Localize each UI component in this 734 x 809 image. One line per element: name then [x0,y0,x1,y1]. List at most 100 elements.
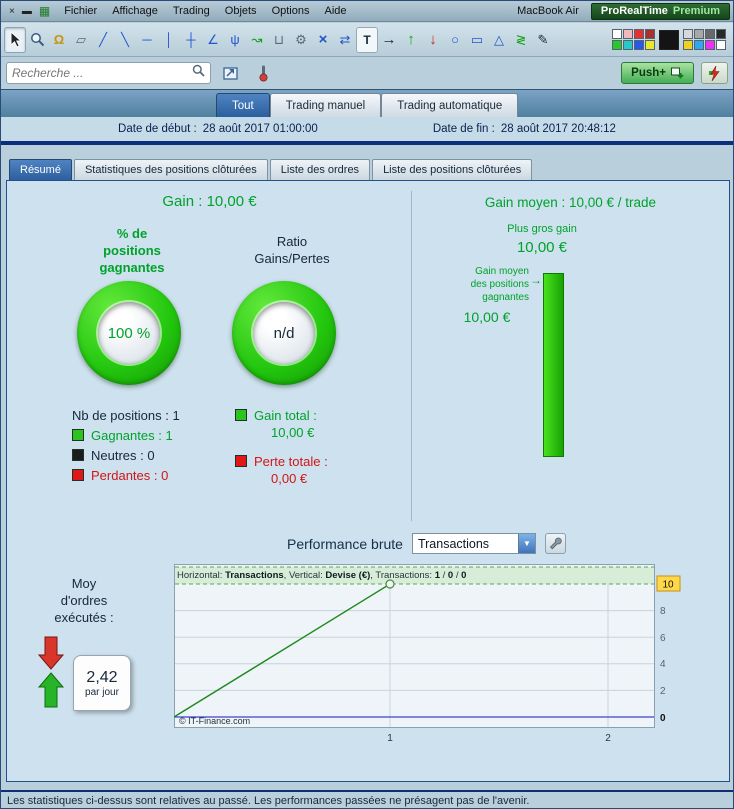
winners-text: Gagnantes : 1 [91,427,173,443]
fan-lines-icon[interactable]: ∠ [202,27,224,53]
totals-stats: Gain total : 10,00 € Perte totale : 0,00… [235,405,385,491]
push-window-icon [671,67,684,79]
tab-trading-manuel[interactable]: Trading manuel [269,93,382,117]
text-tool-icon[interactable]: T [356,26,378,53]
color-swatch[interactable] [716,29,726,39]
active-color-swatch[interactable] [659,29,679,50]
losers-swatch [72,469,84,481]
menu-affichage[interactable]: Affichage [112,5,158,17]
push-button[interactable]: Push+ [621,62,694,84]
tab-resume[interactable]: Résumé [9,159,72,180]
chart-settings-button[interactable] [544,533,566,554]
ruler-icon[interactable]: ▱ [70,27,92,53]
tab-statistiques-positions[interactable]: Statistiques des positions clôturées [73,159,268,180]
chart-header-losses: 0 [461,570,467,581]
chart-header-sep2: , Transactions: [370,570,435,581]
tab-liste-ordres[interactable]: Liste des ordres [269,159,371,180]
tools-icon[interactable]: ⚙ [290,27,312,53]
titlebar: × ▬ ▦ Fichier Affichage Trading Objets O… [1,1,733,22]
swap-arrows-icon[interactable]: ⇄ [334,27,356,53]
performance-controls: Performance brute Transactions ▼ [287,533,566,554]
winning-pct-gauge: 100 % [77,281,181,385]
alarm-bell-icon[interactable]: Ω [48,27,70,53]
pitchfork-icon[interactable]: ψ [224,27,246,53]
menu-objets[interactable]: Objets [225,5,257,17]
winning-pct-value: 100 % [107,324,151,342]
orders-per-day-value: 2,42 [86,668,118,686]
chevron-down-icon[interactable]: ▼ [517,534,535,553]
orders-per-day-bubble: 2,42 par jour [73,655,131,711]
rectangle-tool-icon[interactable]: ▭ [466,27,488,53]
tab-liste-positions[interactable]: Liste des positions clôturées [372,159,533,180]
brand-edition: Premium [672,5,720,17]
pencil-plus-icon[interactable]: ✎ [532,27,554,53]
zigzag-icon[interactable]: ≷ [510,27,532,53]
menu-trading[interactable]: Trading [173,5,210,17]
instrument-thermometer-icon[interactable] [251,62,275,84]
trash-icon[interactable]: ⊔ [268,27,290,53]
color-swatch[interactable] [716,40,726,50]
color-swatch[interactable] [634,29,644,39]
color-swatch[interactable] [612,40,622,50]
zoom-icon[interactable] [26,27,48,53]
arrow-annotation-icon[interactable]: → [378,27,400,53]
view-tabs: Tout Trading manuel Trading automatique [216,93,519,117]
color-swatch[interactable] [683,40,693,50]
horizontal-line-icon[interactable]: ─ [136,27,158,53]
tab-tout[interactable]: Tout [216,93,270,117]
xtick-2: 2 [605,733,611,744]
orders-per-day-unit: par jour [85,686,119,698]
sell-arrow-icon[interactable]: ↓ [422,27,444,53]
buy-arrow-icon[interactable]: ↑ [400,27,422,53]
connection-status-button[interactable] [701,62,728,84]
menu-fichier[interactable]: Fichier [64,5,97,17]
trendline-icon[interactable]: ╱ [92,27,114,53]
chart-header-h-label: Horizontal: [177,570,226,581]
nb-positions-stat: Nb de positions : 1 [72,405,257,425]
neutrals-text: Neutres : 0 [91,447,155,463]
search-box[interactable] [6,62,211,84]
search-input[interactable] [12,66,192,80]
ratio-gauge: n/d [232,281,336,385]
crossed-arrows-icon[interactable]: × [312,27,334,53]
pointer-tool-icon[interactable] [4,26,26,53]
ellipse-tool-icon[interactable]: ○ [444,27,466,53]
brand-badge: ProRealTime Premium [590,2,730,20]
color-swatch[interactable] [634,40,644,50]
close-icon[interactable]: × [9,6,15,17]
color-swatch[interactable] [645,40,655,50]
color-swatch[interactable] [694,29,704,39]
end-date-label: Date de fin : [432,123,495,135]
search-icon[interactable] [192,64,205,82]
neutrals-swatch [72,449,84,461]
orders-per-day-title: Moy d'ordres exécutés : [54,576,114,625]
segment-icon[interactable]: ╲ [114,27,136,53]
price-pattern-icon[interactable]: ↝ [246,27,268,53]
avg-win-arrow-icon: → [530,273,542,287]
color-swatch[interactable] [645,29,655,39]
color-swatch[interactable] [623,29,633,39]
performance-mode-select[interactable]: Transactions ▼ [411,533,536,554]
color-swatch[interactable] [623,40,633,50]
minimize-icon[interactable]: ▬ [22,6,32,17]
color-swatch[interactable] [612,29,622,39]
menu-options[interactable]: Options [272,5,310,17]
menu-aide[interactable]: Aide [324,5,346,17]
cross-line-icon[interactable]: ┼ [180,27,202,53]
color-swatch[interactable] [705,29,715,39]
gain-total-swatch [235,409,247,421]
gain-total-value: 10,00 € [271,425,315,440]
performance-chart: © IT-Finance.com 10 8 6 4 2 0 1 2 Horizo… [173,564,686,756]
statistics-tabs: Résumé Statistiques des positions clôtur… [9,159,533,180]
color-swatch[interactable] [683,29,693,39]
triangle-tool-icon[interactable]: △ [488,27,510,53]
end-date: Date de fin : 28 août 2017 20:48:12 [433,123,616,135]
loss-total-stat: Perte totale : [235,451,385,471]
tab-trading-automatique[interactable]: Trading automatique [381,93,519,117]
winners-stat: Gagnantes : 1 [72,425,257,445]
open-chart-window-icon[interactable] [219,62,243,84]
color-swatch[interactable] [694,40,704,50]
application-window: × ▬ ▦ Fichier Affichage Trading Objets O… [0,0,734,809]
vertical-line-icon[interactable]: │ [158,27,180,53]
color-swatch[interactable] [705,40,715,50]
